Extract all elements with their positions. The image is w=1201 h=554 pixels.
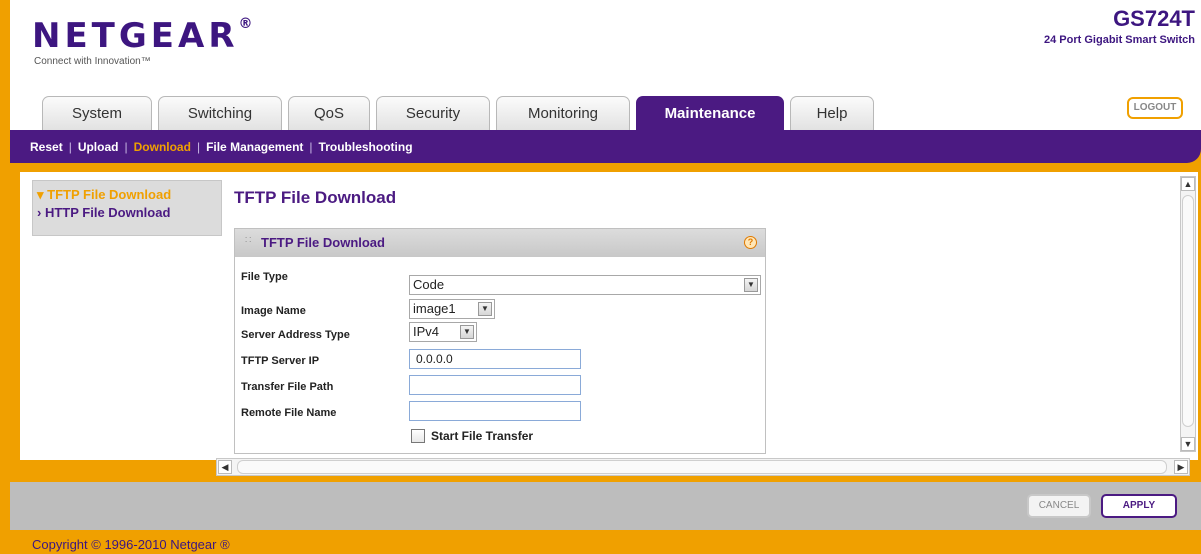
scroll-left-icon[interactable]: ◀ [218,460,232,474]
header: NETGEAR® Connect with Innovation™ GS724T… [10,0,1201,140]
server-address-type-label: Server Address Type [241,329,350,341]
file-type-label: File Type [241,271,288,283]
tftp-download-panel: ∷ TFTP File Download ? File Type Code ▼ … [234,228,766,454]
sidebar-item-label: TFTP File Download [47,187,172,202]
file-type-value: Code [413,277,445,292]
copyright-text: Copyright © 1996-2010 Netgear ® [32,537,230,552]
remote-file-name-input[interactable] [409,401,581,421]
vertical-scrollbar[interactable]: ▲ ▼ [1180,176,1196,452]
logo-tagline: Connect with Innovation™ [34,56,151,67]
tab-monitoring[interactable]: Monitoring [496,96,630,130]
image-name-label: Image Name [241,305,306,317]
subnav-file-management[interactable]: File Management [206,140,303,154]
sidebar-item-tftp-file-download[interactable]: ▾ TFTP File Download [37,187,171,203]
chevron-down-icon: ▼ [460,325,474,339]
logout-button[interactable]: LOGOUT [1127,97,1183,119]
sidebar: ▾ TFTP File Download › HTTP File Downloa… [32,180,222,236]
netgear-logo: NETGEAR® [32,16,257,56]
subnav-reset[interactable]: Reset [30,140,63,154]
form-body: File Type Code ▼ Image Name image1 ▼ Ser… [241,257,761,453]
scroll-up-icon[interactable]: ▲ [1181,177,1195,191]
scroll-down-icon[interactable]: ▼ [1181,437,1195,451]
subnav-troubleshooting[interactable]: Troubleshooting [319,140,413,154]
chevron-down-icon: ▼ [478,302,492,316]
tab-security[interactable]: Security [376,96,490,130]
sub-navigation: Reset | Upload | Download | File Management | Tr… [10,130,1201,163]
chevron-down-icon: ▾ [37,187,44,202]
action-bar: CANCEL APPLY [10,482,1201,530]
sidebar-item-http-file-download[interactable]: › HTTP File Download [37,205,170,220]
logo-text: NETGEAR [32,16,239,56]
start-file-transfer-label: Start File Transfer [431,429,534,443]
tab-maintenance[interactable]: Maintenance [636,96,784,130]
subnav-download[interactable]: Download [134,140,191,154]
start-file-transfer-checkbox[interactable] [411,429,425,443]
image-name-value: image1 [413,301,456,316]
page-title: TFTP File Download [234,188,397,207]
subnav-separator: | [124,140,128,154]
tab-qos[interactable]: QoS [288,96,370,130]
chevron-right-icon: › [37,205,42,220]
tab-help[interactable]: Help [790,96,874,130]
server-address-type-value: IPv4 [413,324,440,339]
transfer-file-path-input[interactable] [409,375,581,395]
vertical-scroll-thumb[interactable] [1182,195,1194,427]
file-type-select[interactable]: Code ▼ [409,275,761,295]
product-description: 24 Port Gigabit Smart Switch [1044,34,1195,46]
tab-system[interactable]: System [42,96,152,130]
server-address-type-select[interactable]: IPv4 ▼ [409,322,477,342]
logo-registered-mark: ® [238,16,257,32]
image-name-select[interactable]: image1 ▼ [409,299,495,319]
tab-switching[interactable]: Switching [158,96,282,130]
horizontal-scroll-thumb[interactable] [237,460,1167,474]
tftp-server-ip-input[interactable]: 0.0.0.0 [409,349,581,369]
subnav-separator: | [309,140,313,154]
subnav-upload[interactable]: Upload [78,140,119,154]
subnav-separator: | [196,140,201,154]
content-area: ▾ TFTP File Download › HTTP File Downloa… [20,172,1198,476]
cancel-button[interactable]: CANCEL [1027,494,1091,518]
sidebar-item-label: HTTP File Download [44,205,171,220]
panel-title: TFTP File Download [261,235,385,250]
help-icon[interactable]: ? [744,236,757,249]
panel-header: ∷ TFTP File Download ? [235,229,765,257]
horizontal-scrollbar[interactable]: ◀ ▶ [216,458,1190,476]
transfer-file-path-label: Transfer File Path [241,381,334,393]
chevron-down-icon: ▼ [744,278,758,292]
subnav-separator: | [68,140,72,154]
scroll-right-icon[interactable]: ▶ [1174,460,1188,474]
remote-file-name-label: Remote File Name [241,407,337,419]
product-model: GS724T [1113,6,1195,31]
drag-grip-icon: ∷ [245,235,252,246]
apply-button[interactable]: APPLY [1101,494,1177,518]
tftp-server-ip-label: TFTP Server IP [241,355,320,367]
